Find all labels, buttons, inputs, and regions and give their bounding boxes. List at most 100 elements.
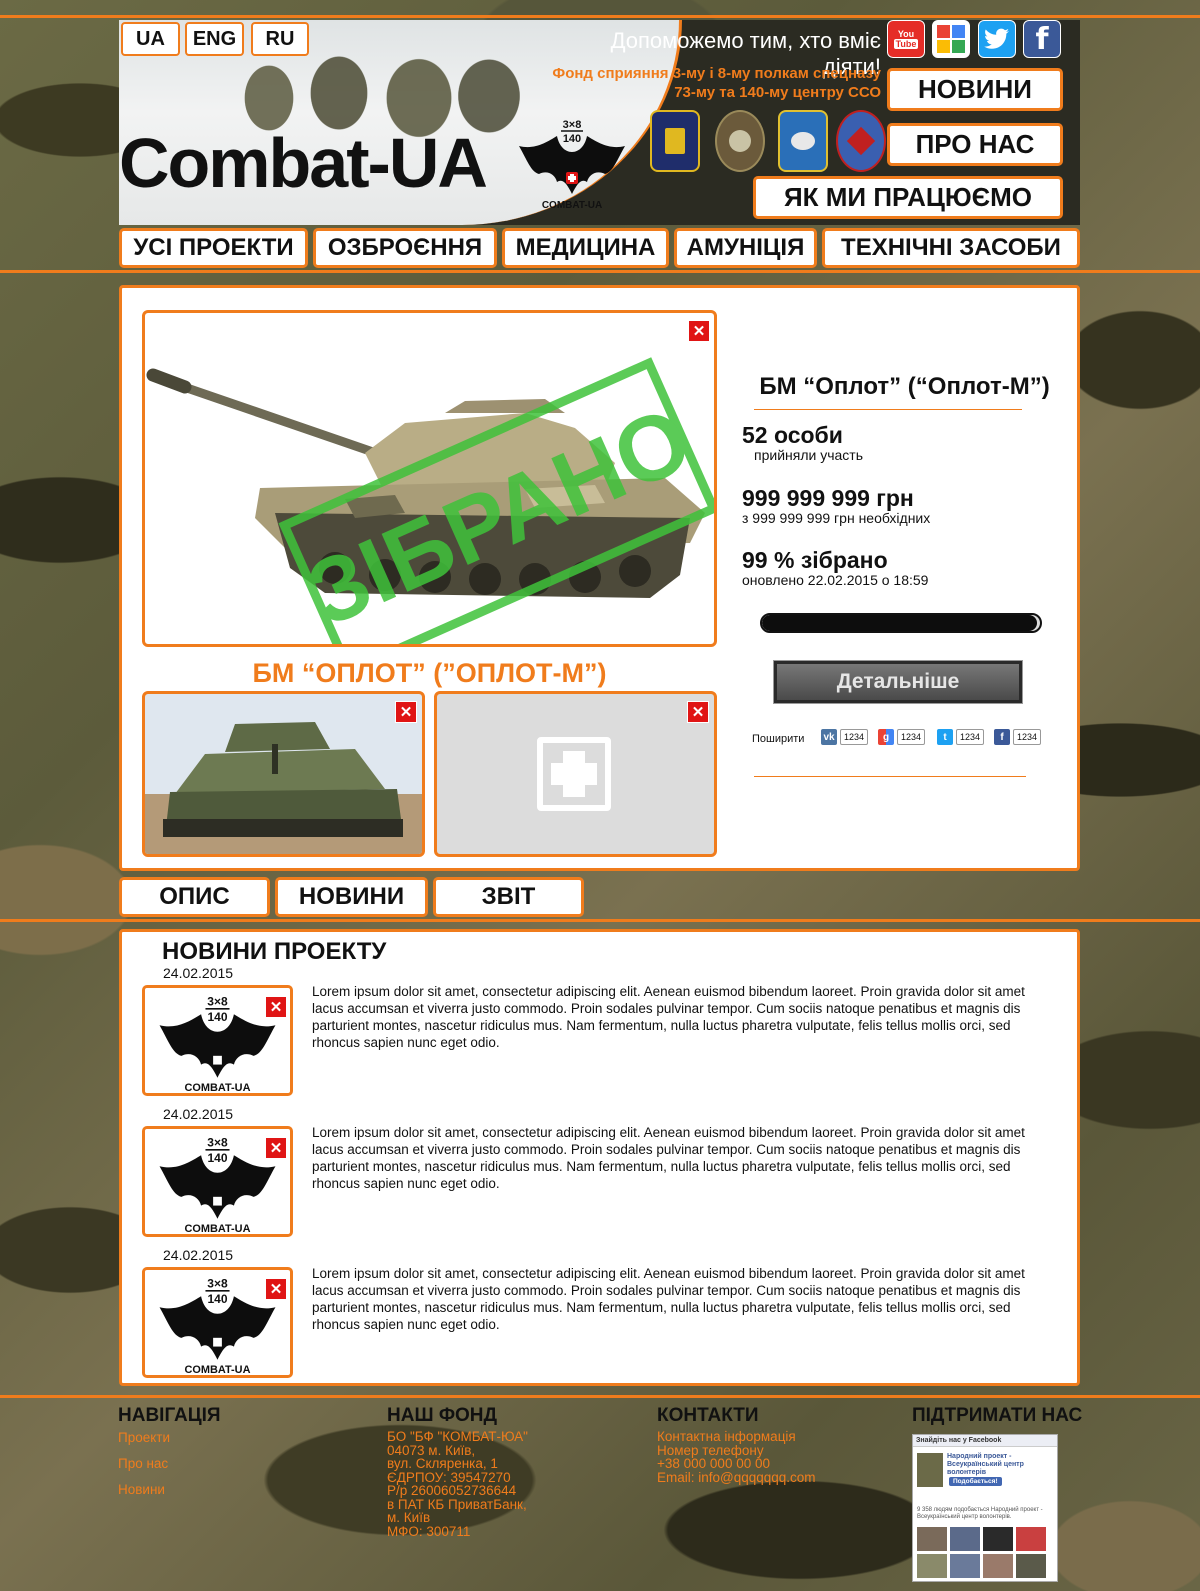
share-label: Поширити (752, 733, 805, 745)
site-header: UA ENG RU Combat-UA 3×8 140 COMBAT-UA До… (119, 20, 1080, 225)
about-nav-button[interactable]: ПРО НАС (887, 123, 1063, 166)
project-thumbnail-1[interactable]: ✕ (142, 691, 425, 857)
tab-report[interactable]: ЗВІТ (433, 877, 584, 917)
divider (754, 409, 1022, 410)
participants-count: 52 особи (742, 422, 843, 448)
fund-note-line-2: 73-му та 140-му центру ССО (674, 84, 881, 101)
news-date: 24.02.2015 (163, 965, 234, 981)
news-image[interactable]: 3×8 140 COMBAT-UA ✕ (142, 985, 293, 1096)
footer-rule (0, 1395, 1200, 1398)
svg-text:COMBAT-UA: COMBAT-UA (542, 200, 602, 211)
svg-text:COMBAT-UA: COMBAT-UA (185, 1223, 251, 1234)
footer-link-projects[interactable]: Проекти (118, 1430, 170, 1445)
add-photo-icon[interactable] (537, 737, 611, 811)
facebook-icon[interactable]: f (1023, 20, 1061, 58)
footer-fund-details: БО "БФ "КОМБАТ-ЮА" 04073 м. Київ, вул. С… (387, 1429, 528, 1539)
share-google[interactable]: g 1234 (878, 728, 926, 746)
collected-note: з 999 999 999 грн необхідних (742, 510, 931, 526)
close-icon[interactable]: ✕ (265, 1278, 287, 1300)
fund-note: Фонд сприяння 3-му і 8-му полкам спецназ… (551, 64, 881, 102)
tab-news[interactable]: НОВИНИ (275, 877, 428, 917)
twitter-icon: t (937, 729, 953, 745)
facebook-widget[interactable]: Знайдіть нас у Facebook Народний проект … (912, 1434, 1058, 1582)
unit-emblem-1-icon (650, 110, 700, 172)
svg-text:140: 140 (207, 1010, 227, 1024)
facebook-icon: f (994, 729, 1010, 745)
add-image-slot[interactable]: ✕ (434, 691, 717, 857)
share-facebook[interactable]: f 1234 (994, 728, 1042, 746)
lang-ua-button[interactable]: UA (121, 22, 180, 56)
share-twitter[interactable]: t 1234 (937, 728, 985, 746)
bat-logo-icon: 3×8 140 COMBAT-UA (519, 119, 625, 211)
close-icon[interactable]: ✕ (688, 320, 710, 342)
how-we-work-button[interactable]: ЯК МИ ПРАЦЮЄМО (753, 176, 1063, 219)
svg-text:3×8: 3×8 (207, 1277, 228, 1291)
twitter-icon[interactable] (978, 20, 1016, 58)
category-technical[interactable]: ТЕХНІЧНІ ЗАСОБИ (822, 228, 1080, 268)
news-nav-button[interactable]: НОВИНИ (887, 68, 1063, 111)
footer-link-about[interactable]: Про нас (118, 1456, 168, 1471)
fb-follower-avatars (917, 1527, 1057, 1578)
news-image[interactable]: 3×8 140 COMBAT-UA ✕ (142, 1126, 293, 1237)
svg-text:COMBAT-UA: COMBAT-UA (185, 1364, 251, 1375)
fb-likes-text: 9 358 людям подобається Народний проект … (917, 1507, 1043, 1520)
news-image[interactable]: 3×8 140 COMBAT-UA ✕ (142, 1267, 293, 1378)
lang-eng-button[interactable]: ENG (185, 22, 244, 56)
progress-bar (760, 613, 1042, 633)
details-button[interactable]: Детальніше (774, 661, 1022, 703)
svg-text:3×8: 3×8 (563, 119, 582, 131)
footer-support-heading: ПІДТРИМАТИ НАС (912, 1405, 1083, 1426)
participants-note: прийняли участь (754, 447, 863, 463)
footer-link-news[interactable]: Новини (118, 1482, 165, 1497)
news-panel: НОВИНИ ПРОЕКТУ 24.02.2015 3×8 140 COMBAT… (119, 929, 1080, 1386)
news-date: 24.02.2015 (163, 1106, 234, 1122)
news-text: Lorem ipsum dolor sit amet, consectetur … (312, 984, 1025, 1050)
vk-icon: vk (821, 729, 837, 745)
share-count: 1234 (1013, 729, 1042, 745)
site-logo[interactable]: Combat-UA (119, 128, 488, 198)
unit-emblem-4-icon (836, 110, 886, 172)
progress-fill (762, 615, 1038, 631)
google-icon[interactable] (932, 20, 970, 58)
category-weapons[interactable]: ОЗБРОЄННЯ (313, 228, 497, 268)
close-icon[interactable]: ✕ (265, 996, 287, 1018)
share-vk[interactable]: vk 1234 (821, 728, 869, 746)
project-main-image[interactable]: ЗІБРАНО ✕ (142, 310, 717, 647)
project-title: БМ “Оплот” (“Оплот-М”) (759, 373, 1050, 400)
category-ammunition[interactable]: АМУНІЦІЯ (674, 228, 817, 268)
percent-collected: 99 % зібрано (742, 547, 888, 573)
lang-ru-button[interactable]: RU (251, 22, 309, 56)
category-all-projects[interactable]: УСІ ПРОЕКТИ (119, 228, 308, 268)
footer-fund-heading: НАШ ФОНД (387, 1405, 498, 1426)
unit-emblem-2-icon (715, 110, 765, 172)
unit-emblem-3-icon (778, 110, 828, 172)
tank-front-image (145, 722, 422, 854)
fb-page-name[interactable]: Народний проект - Всеукраїнський центр в… (947, 1453, 1055, 1477)
project-panel: ЗІБРАНО ✕ БМ “ОПЛОТ” (”ОПЛОТ-М”) ✕ ✕ БМ … (119, 285, 1080, 871)
close-icon[interactable]: ✕ (395, 701, 417, 723)
tabs-rule (0, 919, 1200, 922)
share-count: 1234 (840, 729, 869, 745)
svg-text:140: 140 (563, 133, 581, 145)
svg-text:140: 140 (207, 1292, 227, 1306)
tab-description[interactable]: ОПИС (119, 877, 270, 917)
fb-widget-header: Знайдіть нас у Facebook (913, 1435, 1057, 1447)
share-count: 1234 (897, 729, 926, 745)
footer-nav-heading: НАВІГАЦІЯ (118, 1405, 221, 1426)
svg-text:3×8: 3×8 (207, 1136, 228, 1150)
youtube-icon[interactable]: You Tube (887, 20, 925, 58)
fb-page-avatar (917, 1453, 943, 1487)
fb-like-button[interactable]: Подобається! (949, 1477, 1002, 1486)
close-icon[interactable]: ✕ (687, 701, 709, 723)
svg-text:3×8: 3×8 (207, 995, 228, 1009)
news-text: Lorem ipsum dolor sit amet, consectetur … (312, 1266, 1025, 1332)
divider (754, 776, 1026, 777)
svg-text:COMBAT-UA: COMBAT-UA (185, 1082, 251, 1093)
updated-time: оновлено 22.02.2015 о 18:59 (742, 572, 929, 588)
footer-contacts-heading: КОНТАКТИ (657, 1405, 759, 1426)
category-medicine[interactable]: МЕДИЦИНА (502, 228, 669, 268)
fund-note-line-1: Фонд сприяння 3-му і 8-му полкам спецназ… (552, 65, 881, 82)
top-rule (0, 15, 1200, 18)
close-icon[interactable]: ✕ (265, 1137, 287, 1159)
nav-rule (0, 270, 1200, 273)
